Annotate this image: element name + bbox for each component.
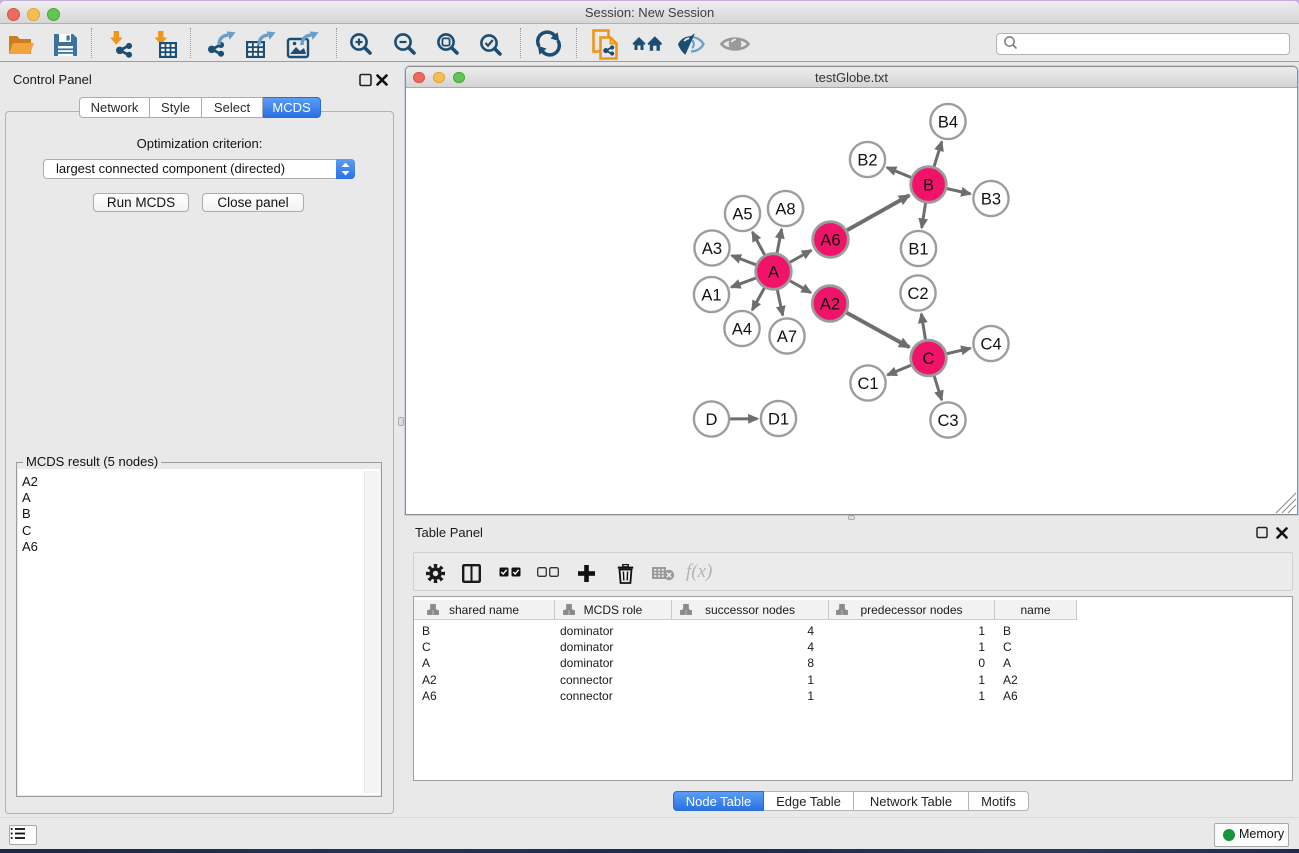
svg-text:A1: A1 — [701, 286, 721, 304]
svg-text:B4: B4 — [938, 113, 958, 131]
svg-text:A4: A4 — [732, 320, 752, 338]
svg-text:A2: A2 — [820, 295, 840, 313]
svg-text:A6: A6 — [820, 231, 840, 249]
svg-text:C2: C2 — [907, 285, 928, 303]
svg-text:C1: C1 — [857, 375, 878, 393]
svg-text:A: A — [768, 263, 779, 281]
svg-text:C: C — [923, 350, 935, 368]
svg-text:B2: B2 — [857, 151, 877, 169]
svg-text:B3: B3 — [981, 190, 1001, 208]
svg-text:D1: D1 — [768, 410, 789, 428]
svg-text:C3: C3 — [937, 412, 958, 430]
svg-text:A8: A8 — [775, 200, 795, 218]
svg-text:B: B — [923, 176, 934, 194]
svg-text:A3: A3 — [702, 240, 722, 258]
svg-text:C4: C4 — [980, 335, 1001, 353]
svg-text:A5: A5 — [732, 205, 752, 223]
svg-text:B1: B1 — [908, 240, 928, 258]
svg-text:A7: A7 — [777, 328, 797, 346]
svg-text:D: D — [706, 411, 718, 429]
